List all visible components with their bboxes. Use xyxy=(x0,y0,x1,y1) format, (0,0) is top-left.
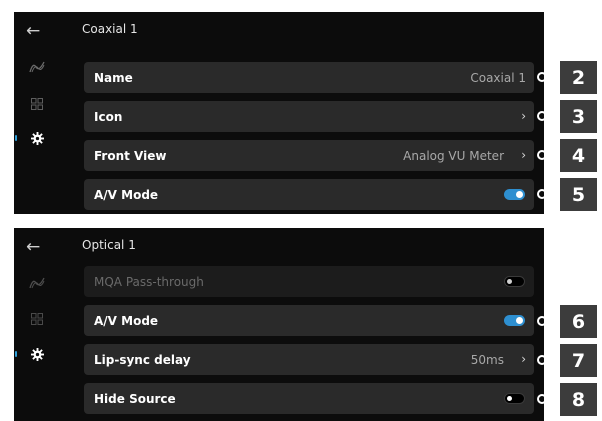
callout-badge: 8 xyxy=(560,383,597,416)
waveform-icon[interactable] xyxy=(28,58,46,76)
setting-row-mqa-passthrough: MQA Pass-through xyxy=(84,266,534,297)
setting-value: 50ms xyxy=(470,353,504,367)
setting-label: Name xyxy=(94,71,133,85)
callout-line xyxy=(546,154,560,156)
setting-label: MQA Pass-through xyxy=(94,275,204,289)
setting-row-icon[interactable]: Icon › xyxy=(84,101,534,132)
callout-line xyxy=(546,359,560,361)
waveform-icon[interactable] xyxy=(28,274,46,292)
callout-badge: 6 xyxy=(560,305,597,338)
gear-icon[interactable] xyxy=(28,129,46,147)
callout-line xyxy=(546,76,560,78)
setting-label: Hide Source xyxy=(94,392,176,406)
setting-row-name[interactable]: Name Coaxial 1 xyxy=(84,62,534,93)
back-arrow-icon[interactable]: ← xyxy=(26,237,40,257)
back-arrow-icon[interactable]: ← xyxy=(26,21,40,41)
setting-value: Coaxial 1 xyxy=(470,71,526,85)
page-title: Optical 1 xyxy=(82,238,136,252)
chevron-right-icon: › xyxy=(521,352,526,366)
grid-icon[interactable] xyxy=(28,310,46,328)
gear-icon[interactable] xyxy=(28,345,46,363)
callout-badge: 5 xyxy=(560,178,597,211)
setting-label: Lip-sync delay xyxy=(94,353,191,367)
hide-source-toggle[interactable] xyxy=(504,393,525,404)
page-title: Coaxial 1 xyxy=(82,22,138,36)
grid-icon[interactable] xyxy=(28,95,46,113)
settings-panel-optical: ← Optical 1 MQA Pass-through A/V Mode Li… xyxy=(14,228,544,421)
setting-label: Front View xyxy=(94,149,167,163)
callout-badge: 7 xyxy=(560,344,597,377)
active-indicator xyxy=(15,135,17,141)
chevron-right-icon: › xyxy=(521,148,526,162)
setting-label: Icon xyxy=(94,110,123,124)
setting-label: A/V Mode xyxy=(94,314,159,328)
chevron-right-icon: › xyxy=(521,109,526,123)
av-mode-toggle[interactable] xyxy=(504,189,525,200)
setting-row-av-mode[interactable]: A/V Mode xyxy=(84,179,534,210)
active-indicator xyxy=(15,351,17,357)
setting-row-av-mode[interactable]: A/V Mode xyxy=(84,305,534,336)
setting-label: A/V Mode xyxy=(94,188,159,202)
setting-row-lip-sync[interactable]: Lip-sync delay 50ms › xyxy=(84,344,534,375)
callout-line xyxy=(546,398,560,400)
callout-badge: 3 xyxy=(560,100,597,133)
setting-row-front-view[interactable]: Front View Analog VU Meter › xyxy=(84,140,534,171)
setting-row-hide-source[interactable]: Hide Source xyxy=(84,383,534,414)
callout-badge: 4 xyxy=(560,139,597,172)
mqa-passthrough-toggle xyxy=(504,276,525,287)
setting-value: Analog VU Meter xyxy=(403,149,504,163)
callout-badge: 2 xyxy=(560,61,597,94)
callout-line xyxy=(546,193,560,195)
settings-panel-coaxial: ← Coaxial 1 Name Coaxial 1 Icon › Front … xyxy=(14,12,544,214)
av-mode-toggle[interactable] xyxy=(504,315,525,326)
callout-line xyxy=(546,320,560,322)
callout-line xyxy=(546,115,560,117)
